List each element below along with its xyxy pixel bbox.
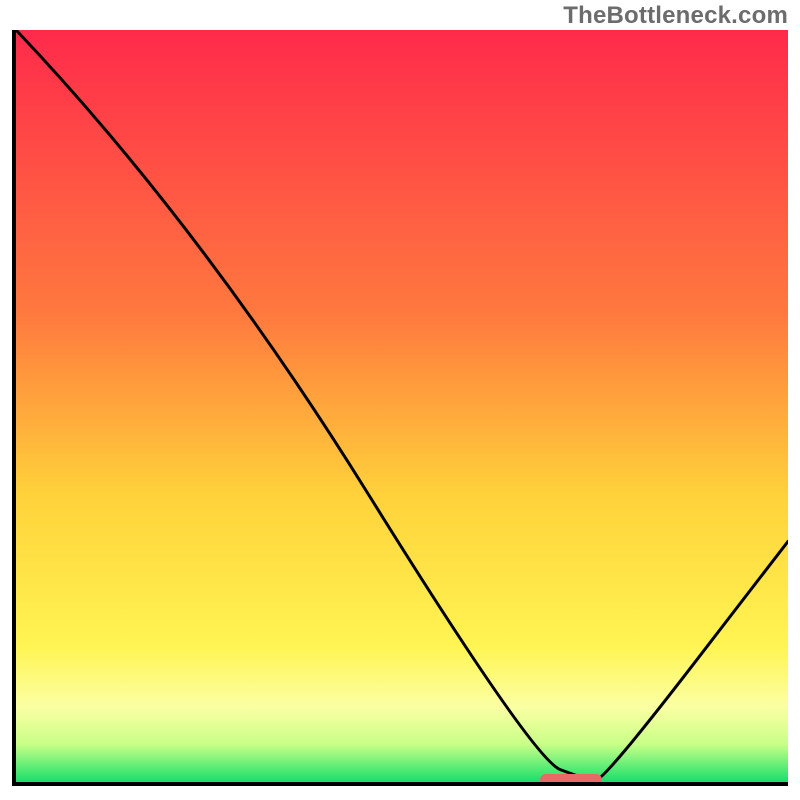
chart-container: TheBottleneck.com	[0, 0, 800, 800]
curve-svg	[16, 30, 788, 782]
bottleneck-curve-path	[16, 30, 788, 781]
optimum-marker	[540, 774, 602, 786]
watermark-text: TheBottleneck.com	[563, 2, 788, 30]
plot-area	[12, 30, 788, 786]
